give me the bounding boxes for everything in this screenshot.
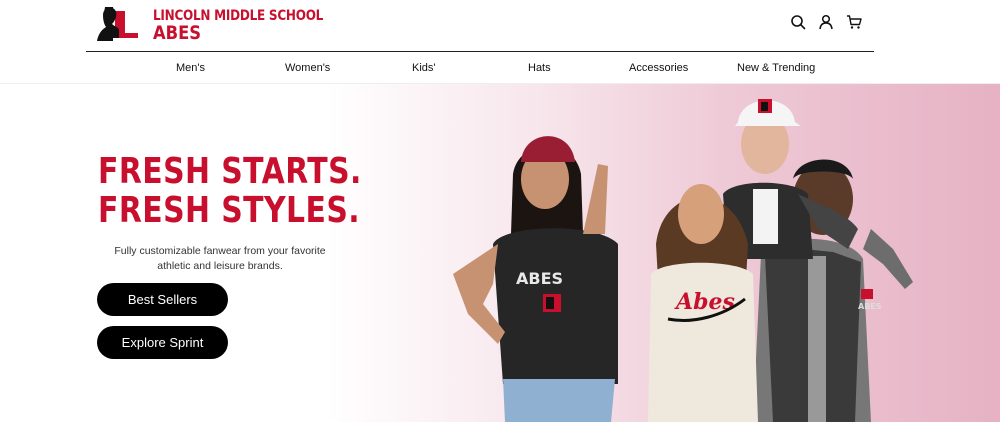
explore-sprint-button[interactable]: Explore Sprint xyxy=(97,326,228,359)
account-icon[interactable] xyxy=(818,14,834,30)
site-header: LINCOLN MIDDLE SCHOOL ABES Men's Women's… xyxy=(0,0,1000,84)
nav-hats[interactable]: Hats xyxy=(528,62,551,74)
mascot-name: ABES xyxy=(153,22,202,44)
header-icons xyxy=(790,14,862,30)
jersey-text: ABES xyxy=(516,269,563,288)
hero-banner: FRESH STARTS. FRESH STYLES. Fully custom… xyxy=(38,84,1000,422)
nav-mens[interactable]: Men's xyxy=(176,62,205,74)
nav-new-trending[interactable]: New & Trending xyxy=(737,62,815,74)
hero-headline-line1: FRESH STARTS. xyxy=(98,151,362,192)
hero-headline: FRESH STARTS. FRESH STYLES. xyxy=(98,152,416,230)
best-sellers-button[interactable]: Best Sellers xyxy=(97,283,228,316)
page-below-hero xyxy=(0,422,1000,437)
school-logo[interactable] xyxy=(95,5,141,44)
main-nav: Men's Women's Kids' Hats Accessories New… xyxy=(0,62,1000,76)
nav-kids[interactable]: Kids' xyxy=(412,62,436,74)
nav-womens[interactable]: Women's xyxy=(285,62,330,74)
cart-icon[interactable] xyxy=(846,14,862,30)
hero-subtext: Fully customizable fanwear from your fav… xyxy=(114,245,326,272)
hero-headline-line2: FRESH STYLES. xyxy=(98,190,361,231)
brand-name[interactable]: LINCOLN MIDDLE SCHOOL ABES xyxy=(153,9,351,43)
model-woman: ABES xyxy=(453,136,618,422)
jacket-text: ABES xyxy=(858,302,882,311)
hero-models-image: ABES Abes ABES xyxy=(453,99,913,422)
school-name: LINCOLN MIDDLE SCHOOL xyxy=(153,8,324,24)
header-divider xyxy=(86,51,874,52)
search-icon[interactable] xyxy=(790,14,806,30)
nav-accessories[interactable]: Accessories xyxy=(629,62,688,74)
